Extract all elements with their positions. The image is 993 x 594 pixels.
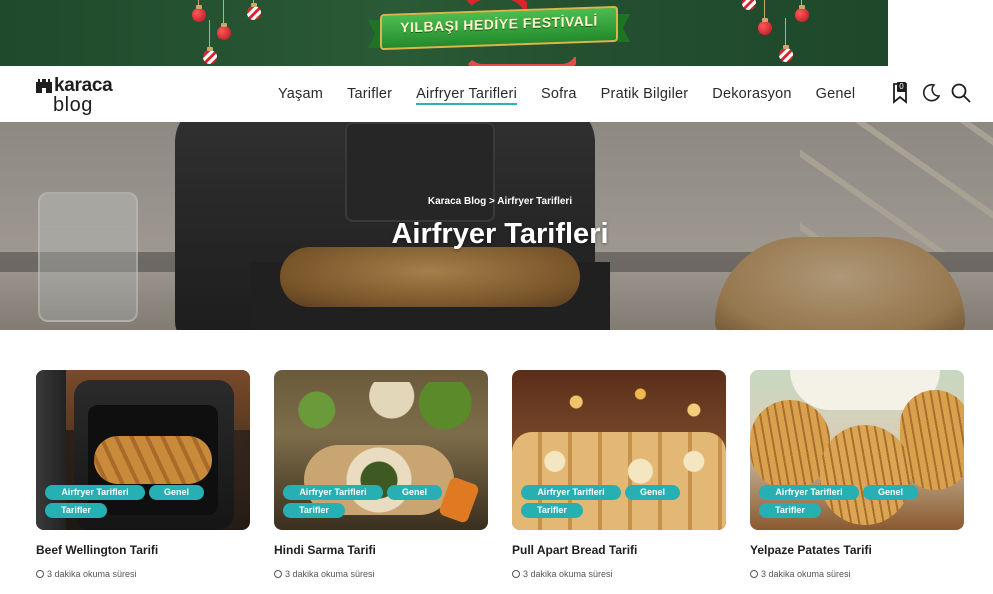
site-logo[interactable]: karaca blog <box>36 73 126 117</box>
breadcrumb[interactable]: Karaca Blog > Airfryer Tarifleri <box>0 196 993 207</box>
tag-genel[interactable]: Genel <box>149 485 204 500</box>
post-title[interactable]: Yelpaze Patates Tarifi <box>750 543 872 557</box>
post-image[interactable]: Airfryer Tarifleri Genel Tarifler <box>36 370 250 530</box>
logo-text-bottom: blog <box>53 94 93 116</box>
menu-item-dekorasyon[interactable]: Dekorasyon <box>712 86 791 102</box>
tag-genel[interactable]: Genel <box>387 485 442 500</box>
category-hero: Karaca Blog > Airfryer Tarifleri Airfrye… <box>0 122 993 330</box>
ornament-icon <box>779 18 793 62</box>
clock-icon <box>274 570 282 578</box>
post-card[interactable]: Airfryer Tarifleri Genel Tarifler Pull A… <box>512 370 726 585</box>
festival-ribbon: YILBAŞI HEDİYE FESTİVALİ <box>368 5 630 52</box>
search-icon[interactable] <box>950 82 972 104</box>
ornament-icon <box>742 0 756 10</box>
post-title[interactable]: Beef Wellington Tarifi <box>36 543 158 557</box>
post-grid: Airfryer Tarifleri Genel Tarifler Beef W… <box>36 370 966 590</box>
menu-item-pratik-bilgiler[interactable]: Pratik Bilgiler <box>601 86 689 102</box>
ornament-icon <box>758 0 772 35</box>
post-title[interactable]: Hindi Sarma Tarifi <box>274 543 376 557</box>
tag-airfryer-tarifleri[interactable]: Airfryer Tarifleri <box>521 485 621 500</box>
tag-genel[interactable]: Genel <box>625 485 680 500</box>
tag-tarifler[interactable]: Tarifler <box>521 503 583 518</box>
post-image[interactable]: Airfryer Tarifleri Genel Tarifler <box>512 370 726 530</box>
festival-banner[interactable]: YILBAŞI HEDİYE FESTİVALİ <box>0 0 993 66</box>
page-title: Airfryer Tarifleri <box>391 218 609 250</box>
castle-logo-icon <box>36 79 52 93</box>
ornament-icon <box>203 20 217 64</box>
menu-item-genel[interactable]: Genel <box>816 86 856 102</box>
read-time: 3 dakika okuma süresi <box>274 569 375 579</box>
bookmark-count: 0 <box>897 82 906 92</box>
moon-icon[interactable] <box>920 82 942 104</box>
post-image[interactable]: Airfryer Tarifleri Genel Tarifler <box>274 370 488 530</box>
menu-item-airfryer-tarifleri[interactable]: Airfryer Tarifleri <box>416 86 517 105</box>
menu-item-sofra[interactable]: Sofra <box>541 86 577 102</box>
clock-icon <box>750 570 758 578</box>
post-card[interactable]: Airfryer Tarifleri Genel Tarifler Hindi … <box>274 370 488 585</box>
read-time: 3 dakika okuma süresi <box>512 569 613 579</box>
tag-airfryer-tarifleri[interactable]: Airfryer Tarifleri <box>759 485 859 500</box>
post-card[interactable]: Airfryer Tarifleri Genel Tarifler Yelpaz… <box>750 370 964 585</box>
tag-tarifler[interactable]: Tarifler <box>759 503 821 518</box>
tag-tarifler[interactable]: Tarifler <box>45 503 107 518</box>
menu-item-tarifler[interactable]: Tarifler <box>347 86 392 102</box>
candy-cane-icon <box>462 50 582 66</box>
bookmark-icon[interactable]: 0 <box>890 82 912 104</box>
ornament-icon <box>217 0 231 40</box>
tag-tarifler[interactable]: Tarifler <box>283 503 345 518</box>
ornament-icon <box>247 0 261 20</box>
main-navbar: karaca blog Yaşam Tarifler Airfryer Tari… <box>0 66 993 122</box>
read-time-text: 3 dakika okuma süresi <box>761 569 851 579</box>
read-time-text: 3 dakika okuma süresi <box>47 569 137 579</box>
ornament-icon <box>795 0 809 22</box>
banner-right-strip <box>888 0 993 66</box>
main-menu: Yaşam Tarifler Airfryer Tarifleri Sofra … <box>266 66 867 122</box>
tag-genel[interactable]: Genel <box>863 485 918 500</box>
read-time: 3 dakika okuma süresi <box>36 569 137 579</box>
post-card[interactable]: Airfryer Tarifleri Genel Tarifler Beef W… <box>36 370 250 585</box>
nav-icons: 0 <box>890 82 972 104</box>
clock-icon <box>512 570 520 578</box>
tag-airfryer-tarifleri[interactable]: Airfryer Tarifleri <box>45 485 145 500</box>
read-time: 3 dakika okuma süresi <box>750 569 851 579</box>
menu-item-yasam[interactable]: Yaşam <box>278 86 323 102</box>
tag-airfryer-tarifleri[interactable]: Airfryer Tarifleri <box>283 485 383 500</box>
clock-icon <box>36 570 44 578</box>
read-time-text: 3 dakika okuma süresi <box>523 569 613 579</box>
post-image[interactable]: Airfryer Tarifleri Genel Tarifler <box>750 370 964 530</box>
post-title[interactable]: Pull Apart Bread Tarifi <box>512 543 637 557</box>
ornament-icon <box>192 0 206 22</box>
read-time-text: 3 dakika okuma süresi <box>285 569 375 579</box>
